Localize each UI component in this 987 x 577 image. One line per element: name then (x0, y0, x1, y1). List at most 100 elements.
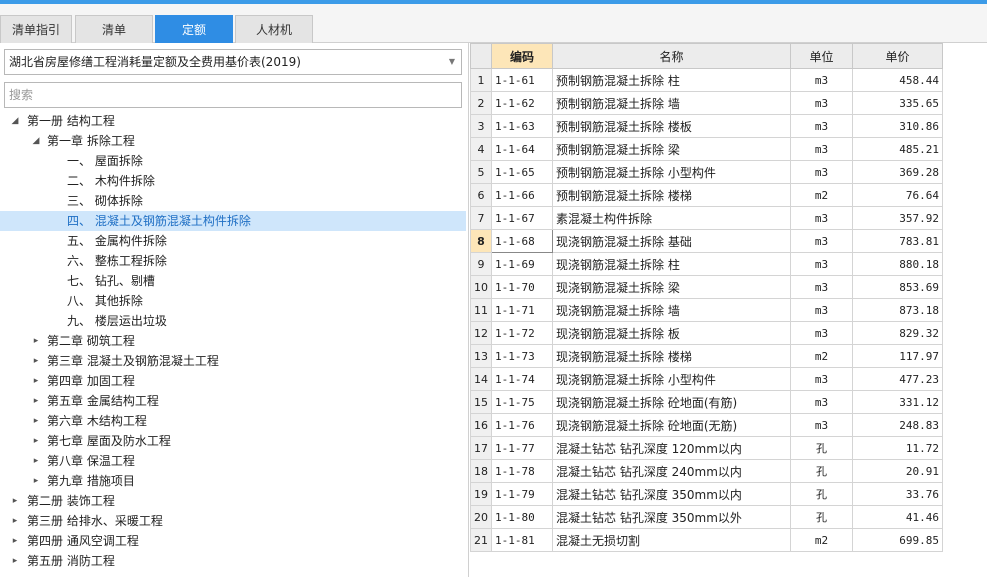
cell-unit[interactable]: 孔 (790, 436, 853, 460)
table-row[interactable]: 6 1-1-66 预制钢筋混凝土拆除 楼梯 m2 76.64 (470, 183, 943, 207)
row-number[interactable]: 17 (470, 436, 492, 460)
table-row[interactable]: 4 1-1-64 预制钢筋混凝土拆除 梁 m3 485.21 (470, 137, 943, 161)
cell-unit[interactable]: m3 (790, 206, 853, 230)
cell-name[interactable]: 现浇钢筋混凝土拆除 板 (552, 321, 791, 345)
table-row[interactable]: 21 1-1-81 混凝土无损切割 m2 699.85 (470, 528, 943, 552)
cell-name[interactable]: 混凝土钻芯 钻孔深度 350mm以外 (552, 505, 791, 529)
tree-item[interactable]: 四、 混凝土及钢筋混凝土构件拆除 (0, 211, 466, 231)
tree-item[interactable]: 八、 其他拆除 (0, 291, 466, 311)
tree-item[interactable]: ◢ 第一章 拆除工程 (0, 131, 466, 151)
cell-code[interactable]: 1-1-80 (491, 505, 553, 529)
tree-item[interactable]: ▸ 第六章 木结构工程 (0, 411, 466, 431)
row-number[interactable]: 8 (470, 229, 492, 253)
cell-unit[interactable]: m3 (790, 114, 853, 138)
tree-item[interactable]: ◢ 第一册 结构工程 (0, 111, 466, 131)
cell-price[interactable]: 458.44 (852, 68, 943, 92)
cell-code[interactable]: 1-1-71 (491, 298, 553, 322)
cell-code[interactable]: 1-1-78 (491, 459, 553, 483)
column-header-price[interactable]: 单价 (852, 43, 943, 69)
cell-code[interactable]: 1-1-73 (491, 344, 553, 368)
cell-name[interactable]: 现浇钢筋混凝土拆除 楼梯 (552, 344, 791, 368)
cell-price[interactable]: 853.69 (852, 275, 943, 299)
collapse-icon[interactable]: ◢ (10, 111, 20, 131)
row-number[interactable]: 2 (470, 91, 492, 115)
cell-unit[interactable]: m2 (790, 344, 853, 368)
cell-price[interactable]: 335.65 (852, 91, 943, 115)
table-row[interactable]: 8 1-1-68 现浇钢筋混凝土拆除 基础 m3 783.81 (470, 229, 943, 253)
cell-unit[interactable]: m3 (790, 160, 853, 184)
cell-unit[interactable]: m3 (790, 298, 853, 322)
cell-unit[interactable]: m3 (790, 91, 853, 115)
cell-name[interactable]: 现浇钢筋混凝土拆除 墙 (552, 298, 791, 322)
cell-code[interactable]: 1-1-75 (491, 390, 553, 414)
tree-item[interactable]: 七、 钻孔、剔槽 (0, 271, 466, 291)
tree-item[interactable]: ▸ 第三章 混凝土及钢筋混凝土工程 (0, 351, 466, 371)
cell-name[interactable]: 现浇钢筋混凝土拆除 砼地面(无筋) (552, 413, 791, 437)
cell-code[interactable]: 1-1-66 (491, 183, 553, 207)
row-number[interactable]: 18 (470, 459, 492, 483)
expand-icon[interactable]: ▸ (31, 451, 41, 471)
expand-icon[interactable]: ▸ (31, 391, 41, 411)
cell-price[interactable]: 783.81 (852, 229, 943, 253)
table-row[interactable]: 11 1-1-71 现浇钢筋混凝土拆除 墙 m3 873.18 (470, 298, 943, 322)
expand-icon[interactable]: ▸ (10, 551, 20, 571)
cell-name[interactable]: 预制钢筋混凝土拆除 小型构件 (552, 160, 791, 184)
row-number[interactable]: 15 (470, 390, 492, 414)
expand-icon[interactable]: ▸ (31, 331, 41, 351)
cell-price[interactable]: 477.23 (852, 367, 943, 391)
row-number[interactable]: 20 (470, 505, 492, 529)
row-number[interactable]: 4 (470, 137, 492, 161)
cell-name[interactable]: 预制钢筋混凝土拆除 梁 (552, 137, 791, 161)
cell-unit[interactable]: m3 (790, 321, 853, 345)
cell-code[interactable]: 1-1-62 (491, 91, 553, 115)
tree-item[interactable]: 九、 楼层运出垃圾 (0, 311, 466, 331)
cell-code[interactable]: 1-1-79 (491, 482, 553, 506)
table-row[interactable]: 3 1-1-63 预制钢筋混凝土拆除 楼板 m3 310.86 (470, 114, 943, 138)
cell-price[interactable]: 76.64 (852, 183, 943, 207)
expand-icon[interactable]: ▸ (31, 351, 41, 371)
cell-price[interactable]: 699.85 (852, 528, 943, 552)
tab-bill-guide[interactable]: 清单指引 (0, 15, 72, 43)
row-number[interactable]: 13 (470, 344, 492, 368)
cell-code[interactable]: 1-1-70 (491, 275, 553, 299)
cell-code[interactable]: 1-1-81 (491, 528, 553, 552)
tree-item[interactable]: ▸ 第五册 消防工程 (0, 551, 466, 571)
table-row[interactable]: 19 1-1-79 混凝土钻芯 钻孔深度 350mm以内孔 33.76 (470, 482, 943, 506)
table-row[interactable]: 13 1-1-73 现浇钢筋混凝土拆除 楼梯 m2 117.97 (470, 344, 943, 368)
cell-code[interactable]: 1-1-64 (491, 137, 553, 161)
expand-icon[interactable]: ▸ (10, 511, 20, 531)
cell-price[interactable]: 331.12 (852, 390, 943, 414)
cell-unit[interactable]: m3 (790, 367, 853, 391)
cell-unit[interactable]: m3 (790, 275, 853, 299)
row-number[interactable]: 1 (470, 68, 492, 92)
row-number[interactable]: 5 (470, 160, 492, 184)
cell-unit[interactable]: m2 (790, 528, 853, 552)
table-row[interactable]: 1 1-1-61 预制钢筋混凝土拆除 柱 m3 458.44 (470, 68, 943, 92)
cell-code[interactable]: 1-1-76 (491, 413, 553, 437)
cell-unit[interactable]: 孔 (790, 459, 853, 483)
cell-name[interactable]: 现浇钢筋混凝土拆除 小型构件 (552, 367, 791, 391)
row-number[interactable]: 9 (470, 252, 492, 276)
cell-code[interactable]: 1-1-67 (491, 206, 553, 230)
tree-item[interactable]: 二、 木构件拆除 (0, 171, 466, 191)
quota-library-select[interactable]: 湖北省房屋修缮工程消耗量定额及全费用基价表(2019) ▼ (4, 49, 462, 75)
table-row[interactable]: 5 1-1-65 预制钢筋混凝土拆除 小型构件 m3 369.28 (470, 160, 943, 184)
cell-name[interactable]: 预制钢筋混凝土拆除 柱 (552, 68, 791, 92)
row-number[interactable]: 19 (470, 482, 492, 506)
cell-name[interactable]: 预制钢筋混凝土拆除 墙 (552, 91, 791, 115)
tree-item[interactable]: ▸ 第二章 砌筑工程 (0, 331, 466, 351)
cell-code[interactable]: 1-1-63 (491, 114, 553, 138)
cell-name[interactable]: 预制钢筋混凝土拆除 楼梯 (552, 183, 791, 207)
cell-price[interactable]: 33.76 (852, 482, 943, 506)
table-row[interactable]: 14 1-1-74 现浇钢筋混凝土拆除 小型构件 m3 477.23 (470, 367, 943, 391)
cell-unit[interactable]: m3 (790, 137, 853, 161)
table-row[interactable]: 10 1-1-70 现浇钢筋混凝土拆除 梁 m3 853.69 (470, 275, 943, 299)
row-number[interactable]: 7 (470, 206, 492, 230)
tab-labor-material-machine[interactable]: 人材机 (235, 15, 313, 43)
cell-price[interactable]: 11.72 (852, 436, 943, 460)
cell-name[interactable]: 现浇钢筋混凝土拆除 砼地面(有筋) (552, 390, 791, 414)
cell-name[interactable]: 现浇钢筋混凝土拆除 梁 (552, 275, 791, 299)
cell-code[interactable]: 1-1-77 (491, 436, 553, 460)
table-row[interactable]: 2 1-1-62 预制钢筋混凝土拆除 墙 m3 335.65 (470, 91, 943, 115)
expand-icon[interactable]: ▸ (31, 411, 41, 431)
